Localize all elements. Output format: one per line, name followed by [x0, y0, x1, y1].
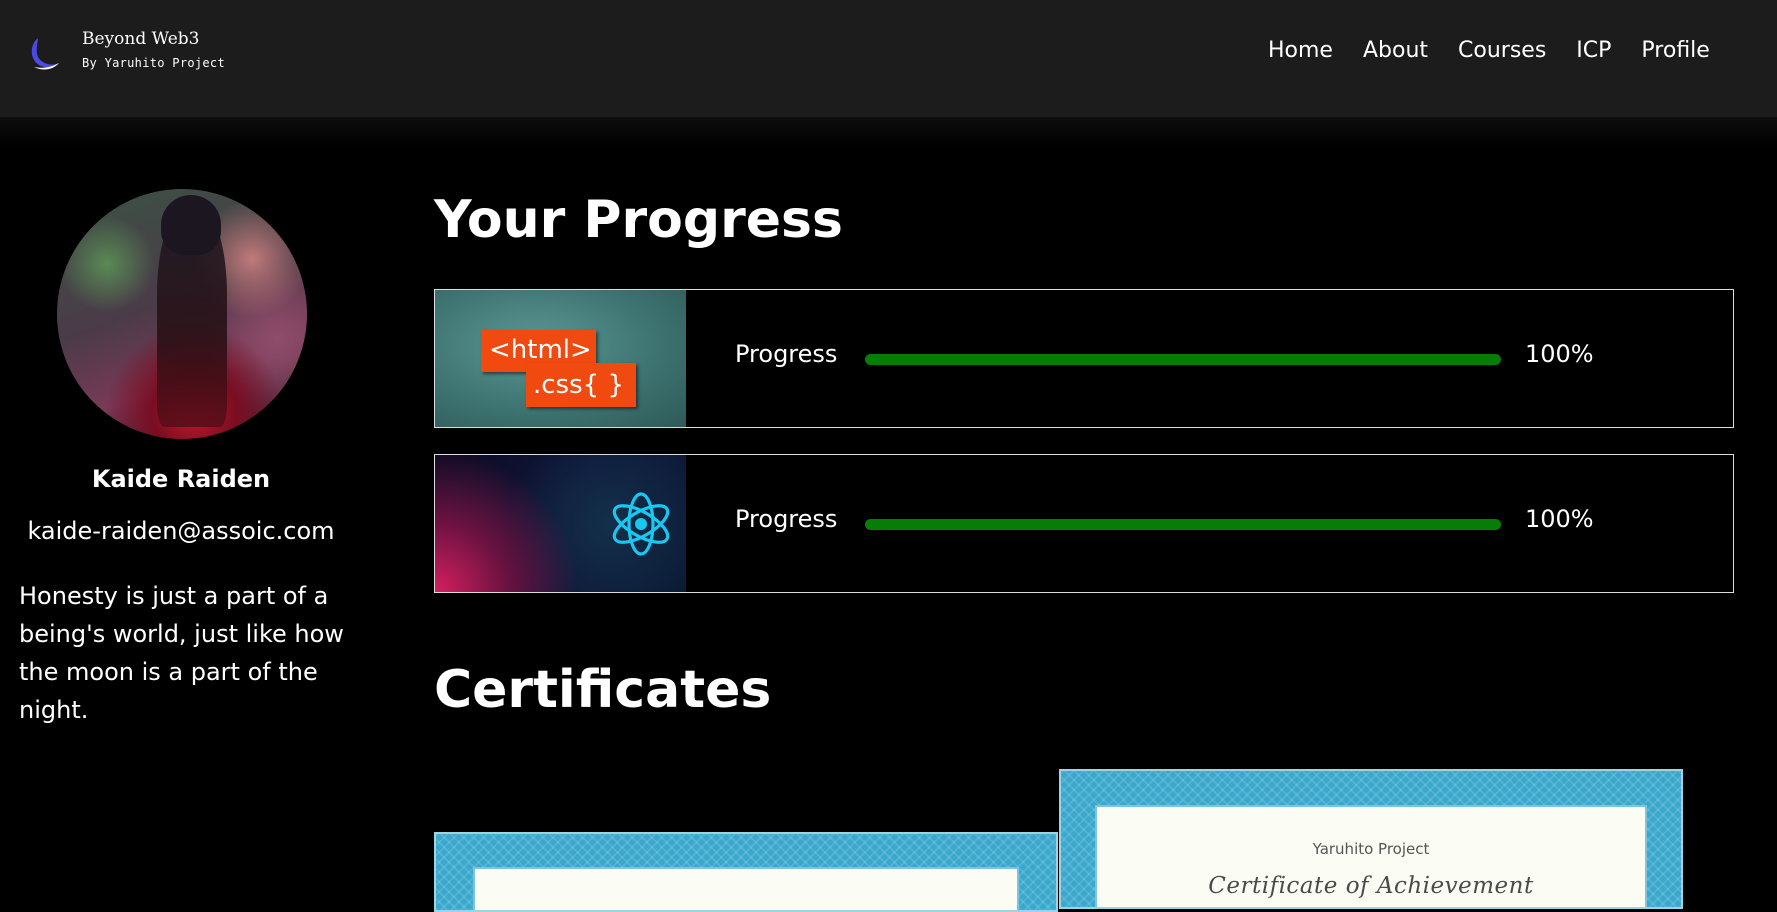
nav-icp-link[interactable]: ICP — [1576, 38, 1611, 63]
course-progress-card-html-css[interactable]: <html> .css{ } Progress 100% — [434, 289, 1734, 428]
top-navbar: Beyond Web3 By Yaruhito Project Home Abo… — [0, 0, 1777, 147]
profile-bio: Honesty is just a part of a being's worl… — [19, 582, 344, 724]
progress-label: Progress — [735, 505, 838, 533]
certificate-title: Certificate of Achievement — [1208, 873, 1534, 899]
nav-about-link[interactable]: About — [1363, 38, 1428, 63]
progress-percent: 100% — [1525, 340, 1594, 368]
progress-bar-fill — [865, 354, 1501, 365]
nav-home-link[interactable]: Home — [1268, 38, 1333, 63]
react-course-thumbnail — [435, 455, 686, 592]
brand[interactable]: Beyond Web3 By Yaruhito Project — [24, 28, 225, 72]
brand-subtitle: By Yaruhito Project — [82, 56, 225, 70]
profile-email: kaide-raiden@assoic.com — [27, 517, 335, 545]
avatar-hair — [161, 195, 221, 255]
react-atom-icon — [612, 492, 670, 556]
html-css-course-thumbnail: <html> .css{ } — [435, 290, 686, 427]
certificate-card[interactable] — [434, 832, 1058, 912]
course-progress-card-react[interactable]: Progress 100% — [434, 454, 1734, 593]
progress-bar — [865, 519, 1501, 530]
moon-logo-icon — [31, 38, 59, 70]
progress-label: Progress — [735, 340, 838, 368]
certificate-organization: Yaruhito Project — [1312, 840, 1430, 858]
progress-bar-fill — [865, 519, 1501, 530]
nav-courses-link[interactable]: Courses — [1458, 38, 1546, 63]
css-tag-label: .css{ } — [526, 363, 636, 407]
nav-profile-link[interactable]: Profile — [1641, 38, 1709, 63]
brand-text: Beyond Web3 By Yaruhito Project — [82, 28, 225, 70]
progress-heading: Your Progress — [434, 190, 843, 250]
main-nav: Home About Courses ICP Profile — [1268, 38, 1740, 63]
avatar — [57, 189, 307, 439]
profile-name: Kaide Raiden — [91, 465, 271, 493]
progress-percent: 100% — [1525, 505, 1594, 533]
progress-bar — [865, 354, 1501, 365]
certificate-card[interactable]: Yaruhito Project Certificate of Achievem… — [1059, 769, 1683, 909]
brand-title: Beyond Web3 — [82, 29, 200, 49]
certificate-paper — [473, 867, 1019, 910]
certificates-heading: Certificates — [434, 660, 772, 720]
